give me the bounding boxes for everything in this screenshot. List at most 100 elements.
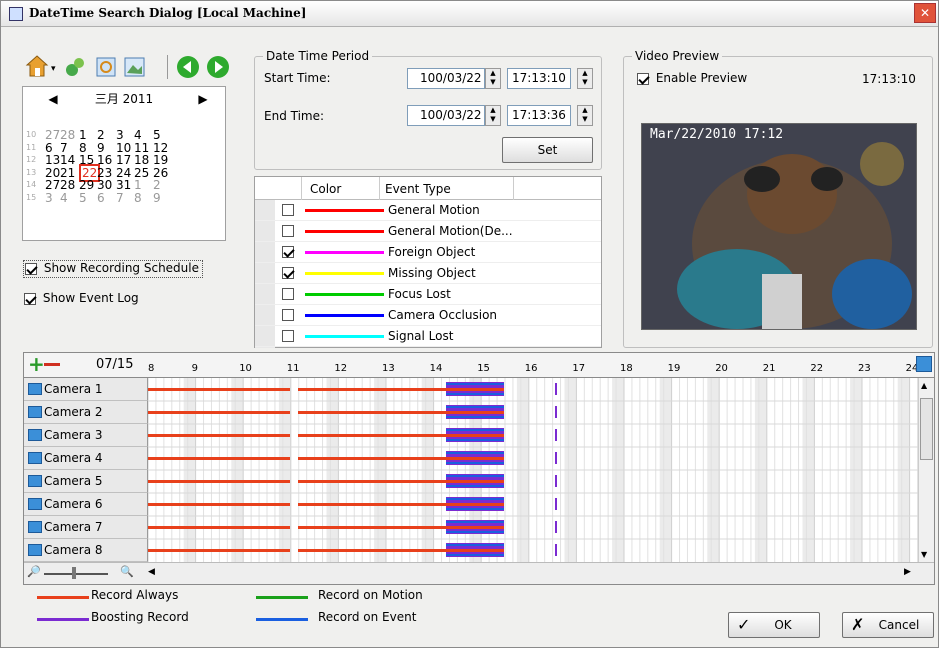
end-date-field[interactable]: 100/03/22 — [407, 105, 485, 126]
show-event-log-checkbox[interactable] — [24, 292, 36, 305]
event-row[interactable]: Focus Lost — [255, 284, 601, 305]
show-schedule-checkbox[interactable] — [25, 262, 37, 275]
scroll-thumb[interactable] — [920, 398, 933, 460]
boosting-record-mark — [555, 406, 557, 418]
event-checkbox[interactable] — [282, 330, 294, 342]
zoom-slider[interactable] — [44, 573, 108, 575]
enable-preview-option[interactable]: Enable Preview — [637, 71, 747, 85]
scroll-down-icon[interactable]: ▼ — [921, 550, 927, 559]
legend-event: Record on Event — [318, 610, 417, 624]
camera-label[interactable]: Camera 2 — [24, 401, 148, 424]
scroll-left-icon[interactable]: ◀ — [148, 567, 155, 577]
ruler-hour-label: 16 — [524, 363, 538, 374]
event-checkbox[interactable] — [282, 267, 294, 279]
show-event-log-option[interactable]: Show Event Log — [24, 291, 139, 305]
camera-label[interactable]: Camera 1 — [24, 378, 148, 401]
event-row[interactable]: General Motion — [255, 200, 601, 221]
show-schedule-option[interactable]: Show Recording Schedule — [23, 260, 203, 278]
end-time-spinner[interactable]: ▲ ▼ — [577, 105, 593, 126]
calendar-day[interactable]: 3 — [45, 191, 53, 205]
set-button[interactable]: Set — [502, 137, 593, 163]
event-row[interactable]: General Motion(De... — [255, 221, 601, 242]
search-icon[interactable] — [95, 55, 119, 79]
end-date-spinner[interactable]: ▲ ▼ — [485, 105, 501, 126]
record-event-bar — [446, 406, 504, 408]
camera-label[interactable]: Camera 8 — [24, 539, 148, 562]
vertical-scrollbar[interactable]: ▲ ▼ — [918, 378, 934, 562]
calendar-view-icon[interactable] — [916, 356, 932, 372]
calendar-day[interactable]: 9 — [153, 191, 161, 205]
zoom-slider-thumb[interactable] — [72, 567, 76, 579]
start-date-field[interactable]: 100/03/22 — [407, 68, 485, 89]
week-number: 14 — [26, 180, 37, 189]
event-row[interactable]: Signal Lost — [255, 326, 601, 347]
start-time-field[interactable]: 17:13:10 — [507, 68, 571, 89]
cancel-x-icon: ✗ — [851, 615, 865, 634]
week-number: 15 — [26, 192, 37, 202]
prev-month-icon[interactable]: ◀ — [43, 87, 63, 111]
calendar: ◀ 三月 2011 ▶ 10 27 28 1 2 3 4 5 11 6 7 8 9 10 11 12 12 13 1… — [22, 86, 226, 241]
horizontal-scrollbar[interactable]: 🔎 🔍 ◀ ▶ — [24, 562, 934, 584]
event-checkbox[interactable] — [282, 246, 294, 258]
zoom-in-icon[interactable]: + — [28, 354, 45, 374]
next-month-icon[interactable]: ▶ — [193, 87, 213, 111]
home-icon[interactable] — [25, 54, 49, 78]
zoom-out-icon[interactable] — [44, 363, 60, 366]
end-time-field[interactable]: 17:13:36 — [507, 105, 571, 126]
record-event-bar — [446, 439, 504, 441]
close-button[interactable]: ✕ — [914, 3, 936, 23]
camera-label[interactable]: Camera 6 — [24, 493, 148, 516]
ok-button[interactable]: ✓ OK — [728, 612, 820, 638]
camera-label[interactable]: Camera 7 — [24, 516, 148, 539]
boosting-record-mark — [555, 544, 557, 556]
date-time-period-legend: Date Time Period — [263, 49, 373, 63]
zoom-minus-icon[interactable]: 🔎 — [27, 565, 41, 578]
connect-icon[interactable] — [63, 55, 87, 79]
event-checkbox[interactable] — [282, 204, 294, 216]
camera-icon — [28, 475, 42, 487]
camera-name: Camera 8 — [44, 543, 103, 557]
ruler-hour-label: 14 — [429, 363, 443, 374]
time-ruler: + 07/15 8 9 10 11 12 13 14 15 16 17 18 19 20 21 22 23 24 — [24, 353, 934, 378]
video-preview-legend: Video Preview — [632, 49, 723, 63]
boosting-record-mark — [555, 429, 557, 441]
event-row[interactable]: Foreign Object — [255, 242, 601, 263]
next-icon[interactable] — [207, 56, 229, 78]
enable-preview-checkbox[interactable] — [637, 72, 649, 85]
boosting-record-mark — [555, 521, 557, 533]
event-checkbox[interactable] — [282, 225, 294, 237]
boosting-record-mark — [555, 383, 557, 395]
image-search-icon[interactable] — [123, 55, 147, 79]
calendar-day[interactable]: 5 — [79, 191, 87, 205]
ok-label: OK — [774, 618, 792, 632]
event-type-label: General Motion(De... — [388, 224, 512, 238]
dropdown-arrow-icon[interactable]: ▾ — [51, 64, 56, 74]
record-always-bar — [148, 411, 290, 414]
event-checkbox[interactable] — [282, 309, 294, 321]
start-date-spinner[interactable]: ▲ ▼ — [485, 68, 501, 89]
ruler-hour-label: 9 — [191, 363, 198, 374]
cancel-button[interactable]: ✗ Cancel — [842, 612, 934, 638]
camera-label[interactable]: Camera 4 — [24, 447, 148, 470]
calendar-day[interactable]: 4 — [60, 191, 68, 205]
record-event-bar — [446, 462, 504, 464]
camera-icon — [28, 452, 42, 464]
scroll-up-icon[interactable]: ▲ — [921, 381, 927, 390]
zoom-plus-icon[interactable]: 🔍 — [120, 565, 134, 578]
calendar-day[interactable]: 7 — [116, 191, 124, 205]
calendar-day[interactable]: 8 — [134, 191, 142, 205]
previous-icon[interactable] — [177, 56, 199, 78]
record-always-bar — [148, 503, 290, 506]
scroll-right-icon[interactable]: ▶ — [904, 567, 911, 577]
schedule-grid[interactable] — [148, 378, 918, 562]
record-always-bar — [446, 411, 504, 414]
camera-label[interactable]: Camera 3 — [24, 424, 148, 447]
event-row[interactable]: Camera Occlusion — [255, 305, 601, 326]
event-color-swatch — [305, 251, 384, 254]
event-row[interactable]: Missing Object — [255, 263, 601, 284]
ruler-hour-label: 10 — [239, 363, 252, 374]
event-checkbox[interactable] — [282, 288, 294, 300]
start-time-spinner[interactable]: ▲ ▼ — [577, 68, 593, 89]
calendar-day[interactable]: 6 — [97, 191, 105, 205]
camera-label[interactable]: Camera 5 — [24, 470, 148, 493]
